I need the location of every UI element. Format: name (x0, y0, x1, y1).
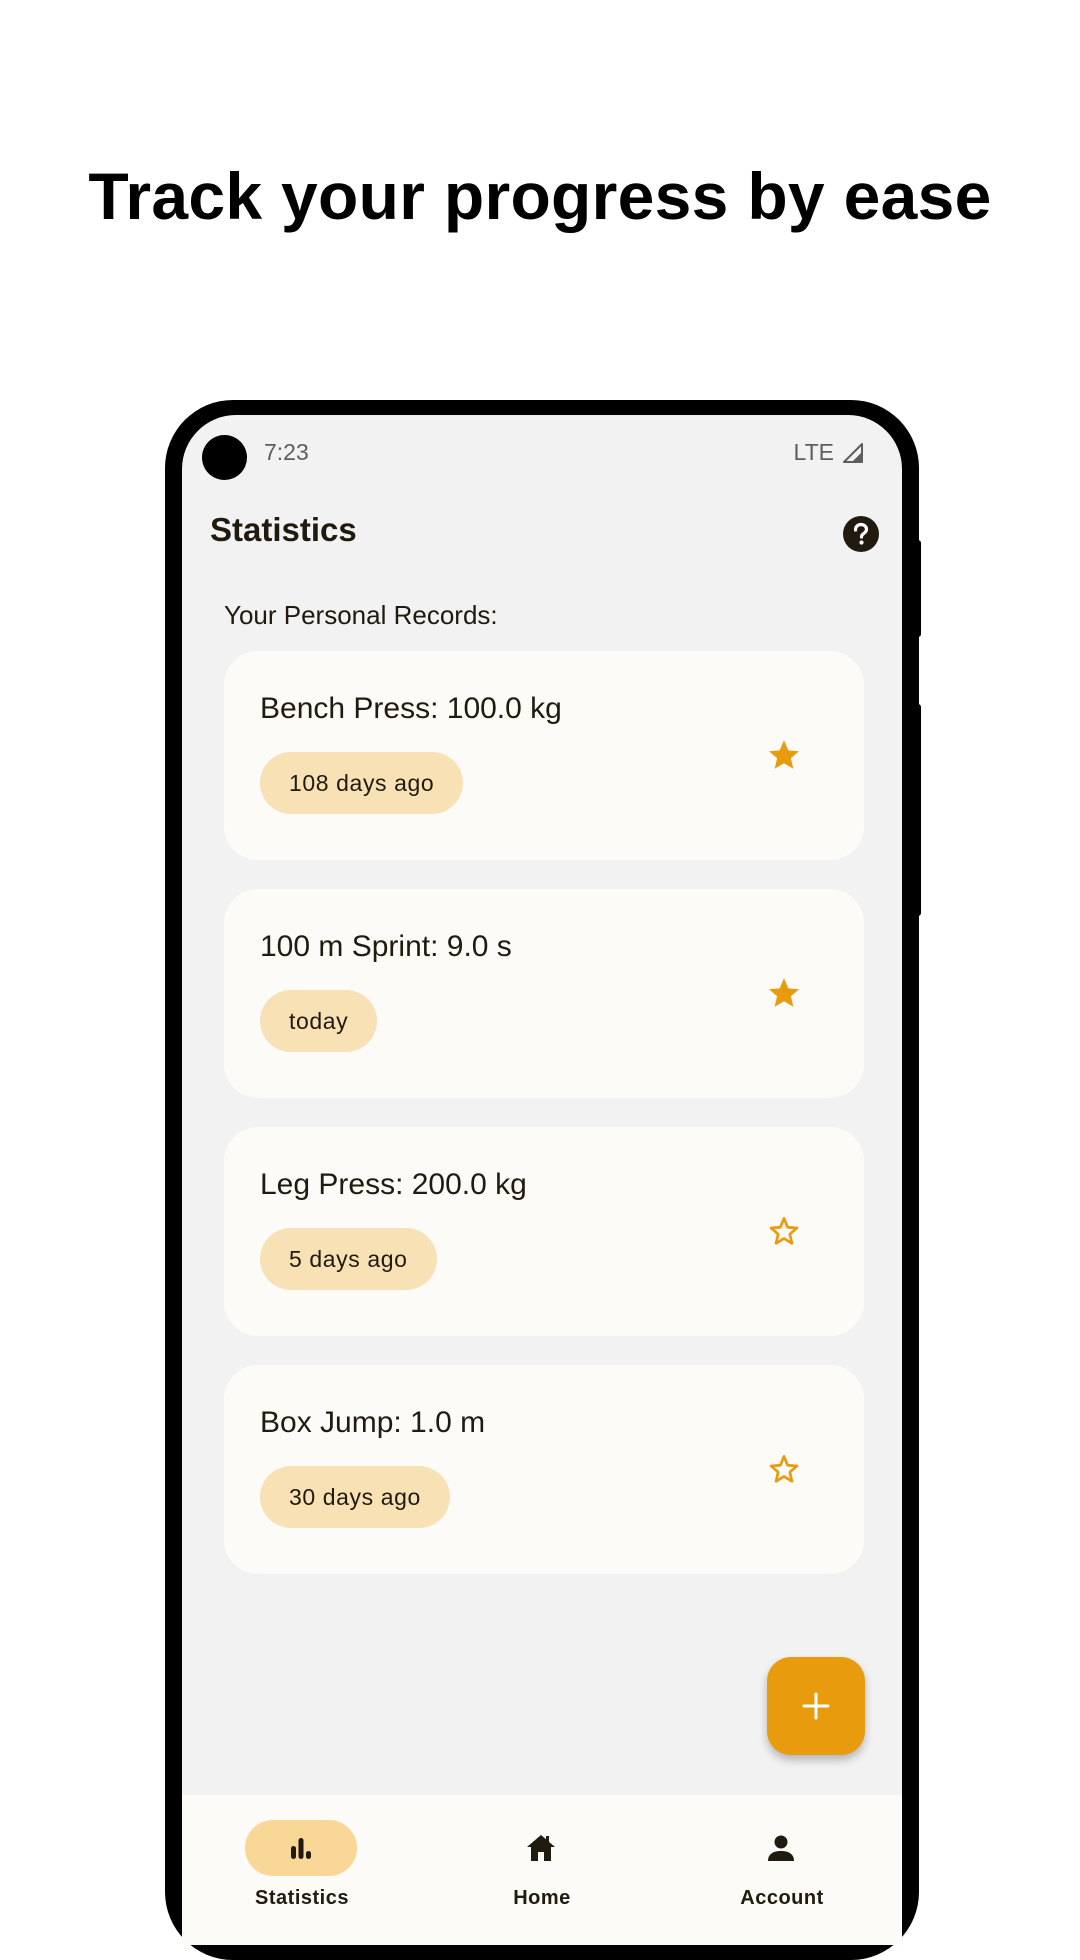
record-card[interactable]: 100 m Sprint: 9.0 s today (224, 889, 864, 1098)
record-title: Box Jump: 1.0 m (260, 1406, 486, 1439)
network-type: LTE (793, 439, 834, 465)
record-card[interactable]: Box Jump: 1.0 m 30 days ago (224, 1365, 864, 1574)
section-label: Your Personal Records: (224, 600, 498, 630)
star-outline-icon[interactable] (766, 1213, 802, 1249)
star-filled-icon[interactable] (766, 737, 802, 773)
nav-active-indicator (245, 1820, 357, 1876)
signal-icon (843, 442, 863, 463)
record-date-chip: today (260, 990, 378, 1052)
nav-icon-container (485, 1820, 597, 1876)
record-card[interactable]: Bench Press: 100.0 kg 108 days ago (224, 651, 864, 860)
bottom-navigation: Statistics Home Account (182, 1795, 902, 1945)
record-date-chip: 5 days ago (260, 1228, 437, 1290)
records-list: Bench Press: 100.0 kg 108 days ago 100 m… (224, 651, 864, 1603)
help-circle-icon[interactable] (843, 516, 879, 552)
record-title: Bench Press: 100.0 kg (260, 692, 562, 725)
star-outline-icon[interactable] (766, 1451, 802, 1487)
nav-item-home[interactable]: Home (422, 1795, 662, 1945)
promo-headline: Track your progress by ease (88, 159, 992, 233)
plus-icon (802, 1692, 830, 1720)
record-title: Leg Press: 200.0 kg (260, 1168, 527, 1201)
record-title: 100 m Sprint: 9.0 s (260, 930, 512, 963)
nav-label: Home (513, 1887, 571, 1909)
nav-item-statistics[interactable]: Statistics (182, 1795, 422, 1945)
page-title: Statistics (210, 511, 357, 548)
status-indicators: LTE (794, 439, 864, 466)
person-icon (768, 1835, 794, 1861)
record-card[interactable]: Leg Press: 200.0 kg 5 days ago (224, 1127, 864, 1336)
status-time: 7:23 (264, 439, 309, 465)
phone-power-button (913, 540, 921, 637)
phone-screen: 7:23 LTE Statistics Your Personal Record… (182, 415, 902, 1945)
phone-volume-button (913, 704, 921, 916)
nav-label: Account (740, 1887, 824, 1909)
star-filled-icon[interactable] (766, 975, 802, 1011)
nav-item-account[interactable]: Account (662, 1795, 902, 1945)
bar-chart-icon (291, 1838, 311, 1859)
front-camera (202, 435, 247, 480)
nav-icon-container (725, 1820, 837, 1876)
record-date-chip: 108 days ago (260, 752, 464, 814)
record-date-chip: 30 days ago (260, 1466, 450, 1528)
add-record-button[interactable] (767, 1657, 865, 1755)
home-icon (527, 1835, 555, 1861)
nav-label: Statistics (255, 1887, 349, 1909)
